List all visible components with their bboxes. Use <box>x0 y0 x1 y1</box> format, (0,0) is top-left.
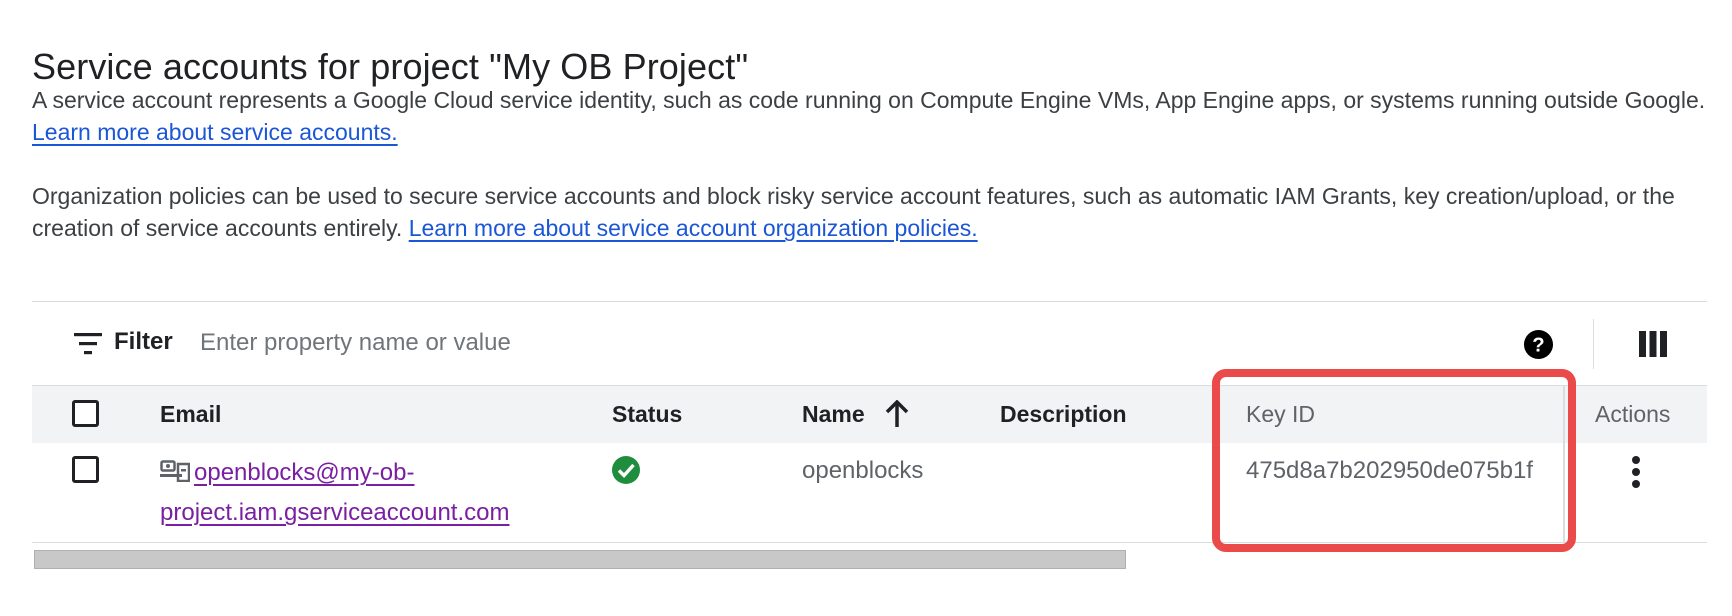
table-row: openblocks@my-ob-project.iam.gserviceacc… <box>32 443 1707 543</box>
learn-more-service-accounts-link[interactable]: Learn more about service accounts. <box>32 119 398 145</box>
arrow-up-icon[interactable] <box>884 400 910 428</box>
column-display-icon[interactable] <box>1639 331 1667 357</box>
more-vert-icon[interactable] <box>1631 455 1641 489</box>
column-header-status[interactable]: Status <box>612 401 682 428</box>
check-circle-icon <box>612 456 640 484</box>
filter-icon[interactable] <box>74 333 102 355</box>
svg-text:?: ? <box>1532 334 1544 356</box>
policy-paragraph: Organization policies can be used to sec… <box>32 180 1712 244</box>
service-account-email-link[interactable]: openblocks@my-ob-project.iam.gserviceacc… <box>160 453 580 533</box>
toolbar-divider <box>1593 319 1594 369</box>
column-header-email[interactable]: Email <box>160 401 221 428</box>
help-circle-icon[interactable]: ? <box>1523 329 1554 360</box>
filter-input[interactable] <box>198 322 1202 364</box>
column-header-key-id[interactable]: Key ID <box>1246 401 1315 428</box>
column-header-description[interactable]: Description <box>1000 401 1127 428</box>
column-header-name[interactable]: Name <box>802 401 865 428</box>
row-checkbox[interactable] <box>72 456 99 483</box>
service-account-key-id: 475d8a7b202950de075b1f <box>1246 457 1533 484</box>
service-account-name: openblocks <box>802 457 924 484</box>
learn-more-org-policies-link[interactable]: Learn more about service account organiz… <box>409 215 978 241</box>
service-account-icon <box>160 460 190 482</box>
select-all-checkbox[interactable] <box>72 400 99 427</box>
intro-text: A service account represents a Google Cl… <box>32 87 1706 113</box>
horizontal-scrollbar[interactable] <box>34 550 1126 569</box>
page-title: Service accounts for project "My OB Proj… <box>32 46 749 88</box>
intro-paragraph: A service account represents a Google Cl… <box>32 84 1712 148</box>
table-header-row: Email Status Name Description Key ID Act… <box>32 385 1707 444</box>
service-account-email[interactable]: openblocks@my-ob-project.iam.gserviceacc… <box>160 459 509 526</box>
column-header-actions: Actions <box>1595 401 1671 427</box>
filter-toolbar: Filter ? <box>32 302 1707 385</box>
key-id-column-divider <box>1563 385 1565 543</box>
filter-label[interactable]: Filter <box>114 328 173 356</box>
